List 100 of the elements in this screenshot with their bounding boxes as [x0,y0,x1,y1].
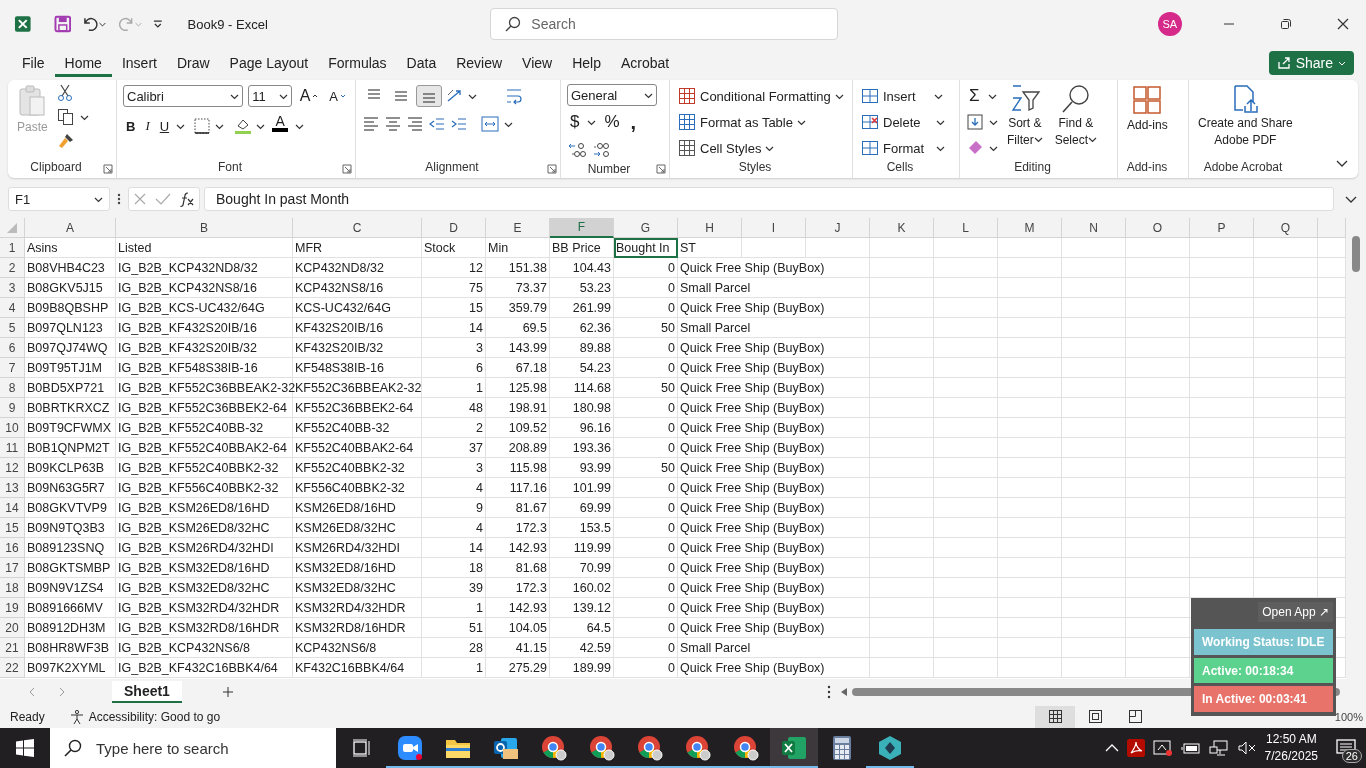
ribbon-tab[interactable]: Help [562,49,611,77]
cut-icon[interactable] [56,84,73,102]
ribbon-tab[interactable]: View [512,49,563,77]
merge-center-icon[interactable] [480,115,500,133]
row-header[interactable]: 16 [0,538,25,558]
column-header[interactable]: L [934,218,998,238]
row-header[interactable]: 15 [0,518,25,538]
font-color-button[interactable]: A [269,115,292,137]
row-header[interactable]: 14 [0,498,25,518]
bold-button[interactable]: B [123,115,139,137]
sync-icon[interactable] [1152,739,1173,757]
ribbon-tab[interactable]: Insert [111,49,167,77]
taskbar-clock[interactable]: 12:50 AM 7/26/2025 [1264,731,1318,765]
dialog-launcher-icon[interactable] [547,164,557,174]
ribbon-tab[interactable]: File [12,49,55,77]
cells-menu-button[interactable]: Insert [859,84,948,108]
row-header[interactable]: 11 [0,438,25,458]
row-header[interactable]: 9 [0,398,25,418]
styles-menu-button[interactable]: Cell Styles [676,136,846,160]
underline-button[interactable]: U [156,115,173,137]
row-header[interactable]: 21 [0,638,25,658]
ribbon-tab[interactable]: Data [396,49,447,77]
column-header[interactable]: F [550,218,614,238]
column-header[interactable]: G [614,218,678,238]
column-header[interactable]: M [998,218,1062,238]
insert-function-icon[interactable] [179,191,195,207]
dialog-launcher-icon[interactable] [103,164,113,174]
increase-decimal-icon[interactable] [567,141,587,159]
search-field[interactable]: Search [490,8,839,40]
pdf-app-icon[interactable] [1126,739,1145,757]
row-header[interactable]: 1 [0,238,25,258]
dropdown-caret-icon[interactable] [1088,135,1098,144]
borders-icon[interactable] [193,117,212,135]
dropdown-caret-icon[interactable] [1033,135,1043,144]
close-icon[interactable] [1336,18,1349,30]
column-header[interactable]: K [870,218,934,238]
dialog-launcher-icon[interactable] [342,164,352,174]
align-center-icon[interactable] [384,115,402,133]
decrease-decimal-icon[interactable] [592,141,612,159]
restore-icon[interactable] [1279,18,1292,30]
dialog-launcher-icon[interactable] [656,164,666,174]
column-header[interactable]: J [806,218,870,238]
scroll-left-icon[interactable] [839,687,848,697]
view-button[interactable] [1035,705,1076,728]
row-header[interactable]: 10 [0,418,25,438]
fill-icon[interactable] [966,113,984,131]
ribbon-tab[interactable]: Acrobat [610,49,680,77]
currency-button[interactable]: $ [567,111,583,133]
collapse-ribbon-icon[interactable] [1336,158,1348,168]
column-header[interactable]: P [1190,218,1254,238]
ribbon-tab[interactable]: Review [446,49,513,77]
create-pdf-button[interactable]: Create and Share Adobe PDF [1195,84,1296,160]
formula-field[interactable]: Bought In past Month [204,187,1334,211]
row-header[interactable]: 18 [0,578,25,598]
save-icon[interactable] [53,15,72,33]
accessibility-icon[interactable] [68,708,85,725]
wrap-text-icon[interactable] [504,86,524,106]
row-header[interactable]: 19 [0,598,25,618]
zoom-level[interactable]: 100% [1334,710,1363,723]
cells-menu-button[interactable]: Delete [859,110,948,134]
row-header[interactable]: 22 [0,658,25,678]
align-bottom-button[interactable] [416,85,442,107]
column-header[interactable]: Q [1254,218,1318,238]
share-button[interactable]: Share [1268,51,1354,75]
decrease-indent-icon[interactable] [428,115,446,133]
column-header[interactable]: D [422,218,486,238]
row-header[interactable]: 12 [0,458,25,478]
italic-button[interactable]: I [142,115,153,137]
undo-icon[interactable] [81,15,107,33]
column-header[interactable]: B [116,218,293,238]
open-app-button[interactable]: Open App ↗ [1258,602,1333,622]
decrease-font-size-button[interactable]: A [326,85,349,107]
battery-icon[interactable] [1180,741,1201,755]
fill-color-icon[interactable] [234,117,253,135]
autosum-button[interactable]: Σ [966,85,983,107]
row-header[interactable]: 20 [0,618,25,638]
row-header[interactable]: 5 [0,318,25,338]
ribbon-tab[interactable]: Home [54,49,112,77]
column-header[interactable]: O [1126,218,1190,238]
muted-speaker-icon[interactable] [1236,740,1257,756]
row-header[interactable]: 6 [0,338,25,358]
percent-button[interactable]: % [601,111,623,133]
start-icon[interactable] [16,739,34,757]
align-right-icon[interactable] [406,115,424,133]
styles-menu-button[interactable]: Conditional Formatting [676,84,846,108]
font-name-field[interactable]: Calibri [123,85,244,107]
row-header[interactable]: 4 [0,298,25,318]
cells-menu-button[interactable]: Format [859,136,948,160]
row-header[interactable]: 2 [0,258,25,278]
column-header[interactable]: C [293,218,422,238]
more-icon[interactable] [825,685,832,699]
find-select-button[interactable]: Find & Select [1051,84,1101,160]
name-box[interactable]: F1 [8,187,110,211]
add-sheet-icon[interactable] [221,686,234,698]
network-icon[interactable] [1208,739,1229,757]
sort-filter-button[interactable]: Sort & Filter [1004,84,1046,160]
comma-style-button[interactable]: , [627,111,640,133]
increase-indent-icon[interactable] [450,115,468,133]
ribbon-tab[interactable]: Draw [166,49,220,77]
column-header[interactable]: N [1062,218,1126,238]
